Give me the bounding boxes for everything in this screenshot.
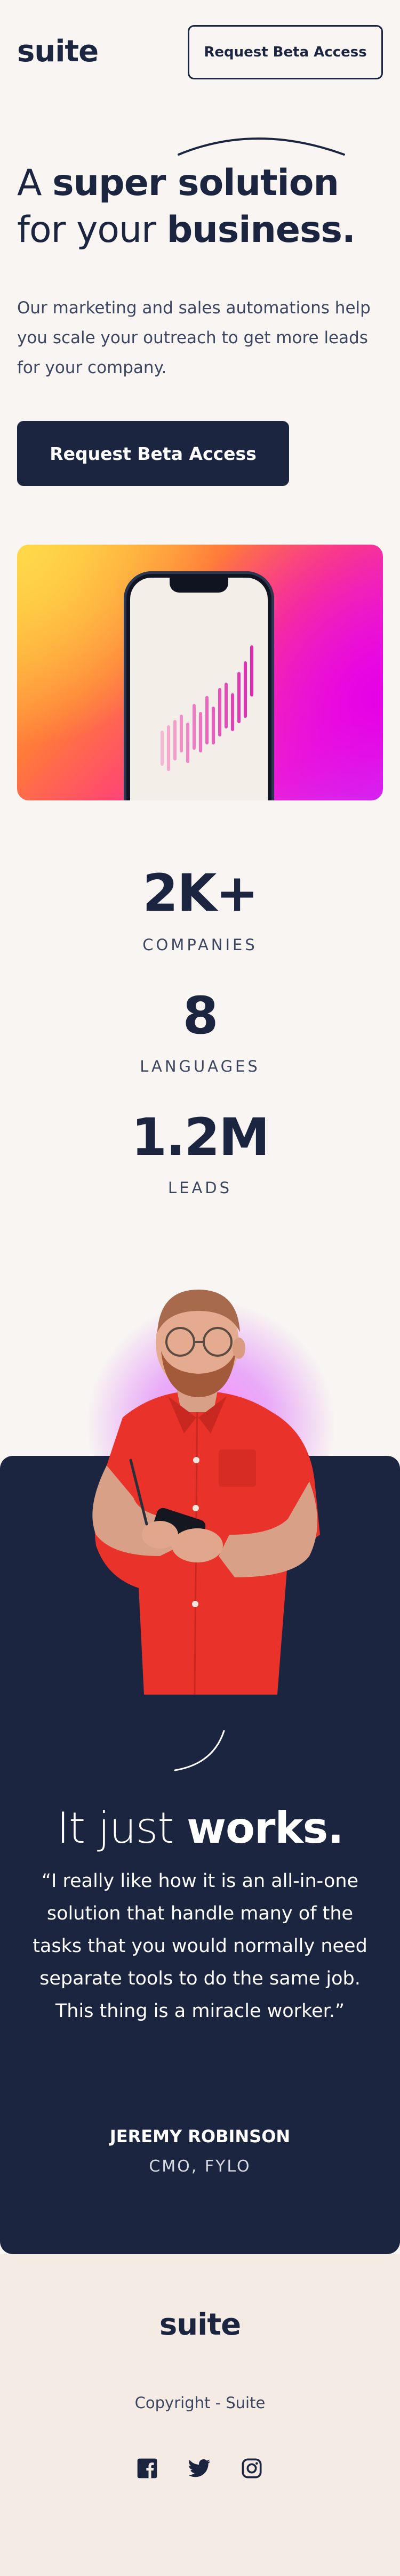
phone-notch — [170, 578, 228, 593]
twitter-icon[interactable] — [188, 2457, 211, 2480]
hero-image-card — [17, 545, 383, 800]
testimonial-heading: It just works. — [0, 1803, 400, 1853]
testimonial-author-role: CMO, FYLO — [149, 2157, 251, 2176]
social-links — [135, 2457, 263, 2480]
hero-title-line1-plain: A — [17, 162, 53, 204]
testimonial-author: JEREMY ROBINSON — [109, 2126, 291, 2146]
request-beta-access-hero-button[interactable]: Request Beta Access — [17, 421, 289, 486]
site-header: suite Request Beta Access — [0, 0, 400, 101]
hero-title-line1-bold: super solution — [52, 162, 339, 204]
instagram-icon[interactable] — [240, 2457, 263, 2480]
person-photo — [92, 1290, 320, 1695]
hero-title: A super solution for your business. — [17, 160, 390, 254]
site-footer: suite Copyright - Suite — [0, 2254, 400, 2576]
testimonial-heading-bold: works. — [187, 1803, 344, 1853]
stat-leads-value: 1.2M — [131, 1107, 270, 1167]
stat-languages-label: LANGUAGES — [140, 1057, 260, 1075]
testimonial-heading-plain: It just — [57, 1803, 187, 1853]
decorative-curve-small — [174, 1730, 225, 1771]
stat-languages-value: 8 — [182, 986, 219, 1046]
stat-companies-label: COMPANIES — [142, 936, 258, 954]
hero-title-line2-plain: for your — [17, 209, 167, 251]
phone-illustration — [124, 571, 274, 800]
facebook-icon[interactable] — [135, 2457, 159, 2480]
stat-leads-label: LEADS — [167, 1179, 233, 1197]
brand-logo[interactable]: suite — [17, 34, 99, 69]
request-beta-access-header-button[interactable]: Request Beta Access — [188, 25, 383, 79]
copyright-text: Copyright - Suite — [134, 2394, 266, 2412]
phone-screen — [130, 578, 268, 800]
footer-logo[interactable]: suite — [0, 2307, 400, 2342]
stat-companies-value: 2K+ — [142, 863, 259, 923]
testimonial-quote: “I really like how it is an all-in-one s… — [33, 1870, 367, 2022]
hero-title-line2-bold: business. — [166, 209, 356, 251]
phone-chart-icon — [161, 645, 253, 771]
hero-description: Our marketing and sales automations help… — [17, 298, 371, 377]
